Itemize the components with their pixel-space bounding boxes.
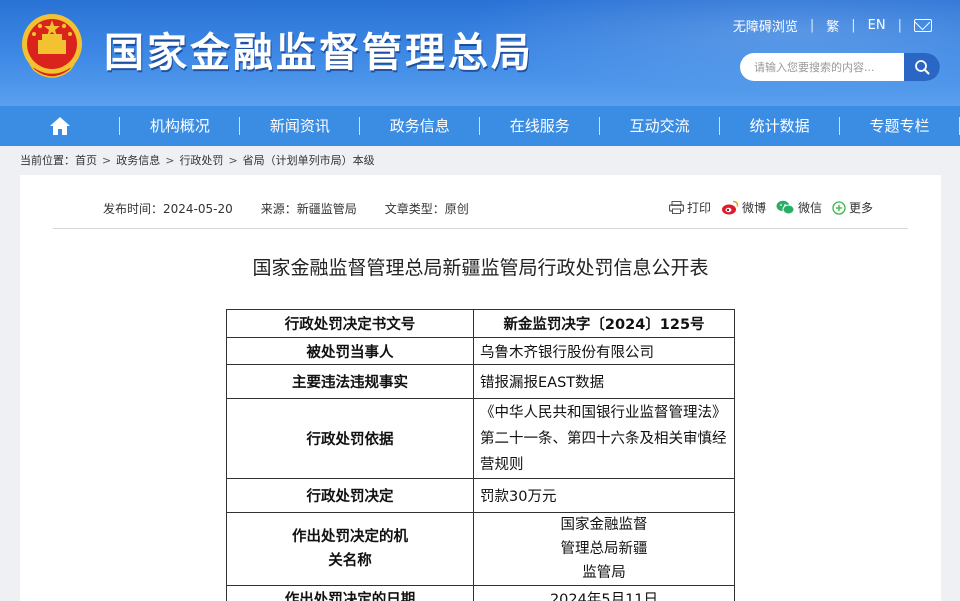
- article-source: 来源：新疆监管局: [260, 202, 357, 216]
- nav-item-about[interactable]: 机构概况: [120, 106, 239, 146]
- mail-icon[interactable]: [914, 19, 932, 32]
- weibo-share-button[interactable]: 微博: [721, 199, 766, 216]
- nav-item-interaction[interactable]: 互动交流: [600, 106, 719, 146]
- weibo-label: 微博: [742, 201, 767, 215]
- row-value: 乌鲁木齐银行股份有限公司: [473, 337, 735, 365]
- table-row: 行政处罚决定 罚款30万元: [226, 478, 735, 513]
- breadcrumb-government-info[interactable]: 政务信息: [116, 152, 160, 168]
- traditional-chinese-link[interactable]: 繁: [826, 16, 839, 35]
- row-key: 主要违法违规事实: [226, 364, 474, 399]
- breadcrumb-arrow: >: [165, 153, 175, 167]
- nav-item-news[interactable]: 新闻资讯: [240, 106, 359, 146]
- top-links: 无障碍浏览 | 繁 | EN |: [733, 16, 932, 35]
- table-row: 作出处罚决定的日期 2024年5月11日: [226, 585, 735, 601]
- more-label: 更多: [849, 201, 874, 215]
- site-header: 国家金融监督管理总局 无障碍浏览 | 繁 | EN |: [0, 0, 960, 106]
- national-emblem-icon[interactable]: [20, 12, 84, 82]
- penalty-info-table: 行政处罚决定书文号 新金监罚决字〔2024〕125号 被处罚当事人 乌鲁木齐银行…: [226, 309, 735, 601]
- search-box: [740, 53, 940, 81]
- table-row: 作出处罚决定的机关名称 国家金融监督管理总局新疆监管局: [226, 512, 735, 586]
- row-key: 作出处罚决定的机关名称: [226, 512, 474, 586]
- search-icon: [915, 60, 930, 75]
- table-row: 主要违法违规事实 错报漏报EAST数据: [226, 364, 735, 399]
- table-row: 被处罚当事人 乌鲁木齐银行股份有限公司: [226, 337, 735, 365]
- search-button[interactable]: [904, 53, 940, 81]
- row-value: 国家金融监督管理总局新疆监管局: [473, 512, 735, 586]
- separator: |: [809, 18, 815, 33]
- row-key: 被处罚当事人: [226, 337, 474, 365]
- article-container: 发布时间：2024-05-20 来源：新疆监管局 文章类型：原创 打印 微博 微…: [20, 175, 941, 601]
- nav-item-government-info[interactable]: 政务信息: [360, 106, 479, 146]
- breadcrumb-home[interactable]: 首页: [75, 152, 97, 168]
- row-value: 《中华人民共和国银行业监督管理法》第二十一条、第四十六条及相关审慎经营规则: [473, 398, 735, 479]
- nav-item-special-topics[interactable]: 专题专栏: [840, 106, 959, 146]
- table-row: 行政处罚依据 《中华人民共和国银行业监督管理法》第二十一条、第四十六条及相关审慎…: [226, 398, 735, 479]
- printer-icon: [669, 201, 684, 214]
- nav-home-button[interactable]: [0, 106, 119, 146]
- search-input[interactable]: [740, 53, 904, 81]
- weibo-icon: [722, 200, 739, 215]
- meta-divider: [53, 228, 908, 229]
- breadcrumb-label: 当前位置：: [20, 154, 75, 167]
- row-value: 新金监罚决字〔2024〕125号: [473, 309, 735, 338]
- print-button[interactable]: 打印: [669, 199, 711, 216]
- main-nav: 机构概况 新闻资讯 政务信息 在线服务 互动交流 统计数据 专题专栏: [0, 106, 960, 146]
- english-link[interactable]: EN: [868, 18, 886, 33]
- home-icon: [49, 117, 70, 135]
- breadcrumb: 当前位置： 首页 > 政务信息 > 行政处罚 > 省局（计划单列市局）本级: [20, 152, 375, 168]
- separator: |: [897, 18, 902, 33]
- wechat-share-button[interactable]: 微信: [776, 199, 822, 216]
- wechat-label: 微信: [798, 201, 823, 215]
- row-key: 行政处罚决定书文号: [226, 309, 474, 338]
- breadcrumb-arrow: >: [102, 153, 112, 167]
- print-label: 打印: [687, 201, 712, 215]
- site-title[interactable]: 国家金融监督管理总局: [104, 20, 534, 78]
- article-title: 国家金融监督管理总局新疆监管局行政处罚信息公开表: [252, 257, 709, 279]
- row-value: 罚款30万元: [473, 478, 735, 513]
- article-type: 文章类型：原创: [384, 202, 469, 216]
- publish-time: 发布时间：2024-05-20: [103, 202, 233, 216]
- article-meta: 发布时间：2024-05-20 来源：新疆监管局 文章类型：原创: [103, 200, 497, 217]
- row-key: 行政处罚依据: [226, 398, 474, 479]
- breadcrumb-provincial-bureau[interactable]: 省局（计划单列市局）本级: [243, 152, 375, 168]
- separator: |: [851, 18, 856, 33]
- more-share-button[interactable]: 更多: [832, 199, 873, 216]
- row-value: 错报漏报EAST数据: [473, 364, 735, 399]
- share-bar: 打印 微博 微信 更多: [669, 199, 883, 216]
- plus-circle-icon: [832, 200, 846, 215]
- wechat-icon: [776, 200, 795, 215]
- row-key: 行政处罚决定: [226, 478, 474, 513]
- nav-item-statistics[interactable]: 统计数据: [720, 106, 839, 146]
- breadcrumb-penalties[interactable]: 行政处罚: [179, 152, 223, 168]
- row-key: 作出处罚决定的日期: [226, 585, 474, 601]
- table-row: 行政处罚决定书文号 新金监罚决字〔2024〕125号: [226, 309, 735, 338]
- accessibility-link[interactable]: 无障碍浏览: [733, 16, 798, 35]
- breadcrumb-arrow: >: [228, 153, 238, 167]
- row-value: 2024年5月11日: [473, 585, 735, 601]
- nav-item-online-services[interactable]: 在线服务: [480, 106, 599, 146]
